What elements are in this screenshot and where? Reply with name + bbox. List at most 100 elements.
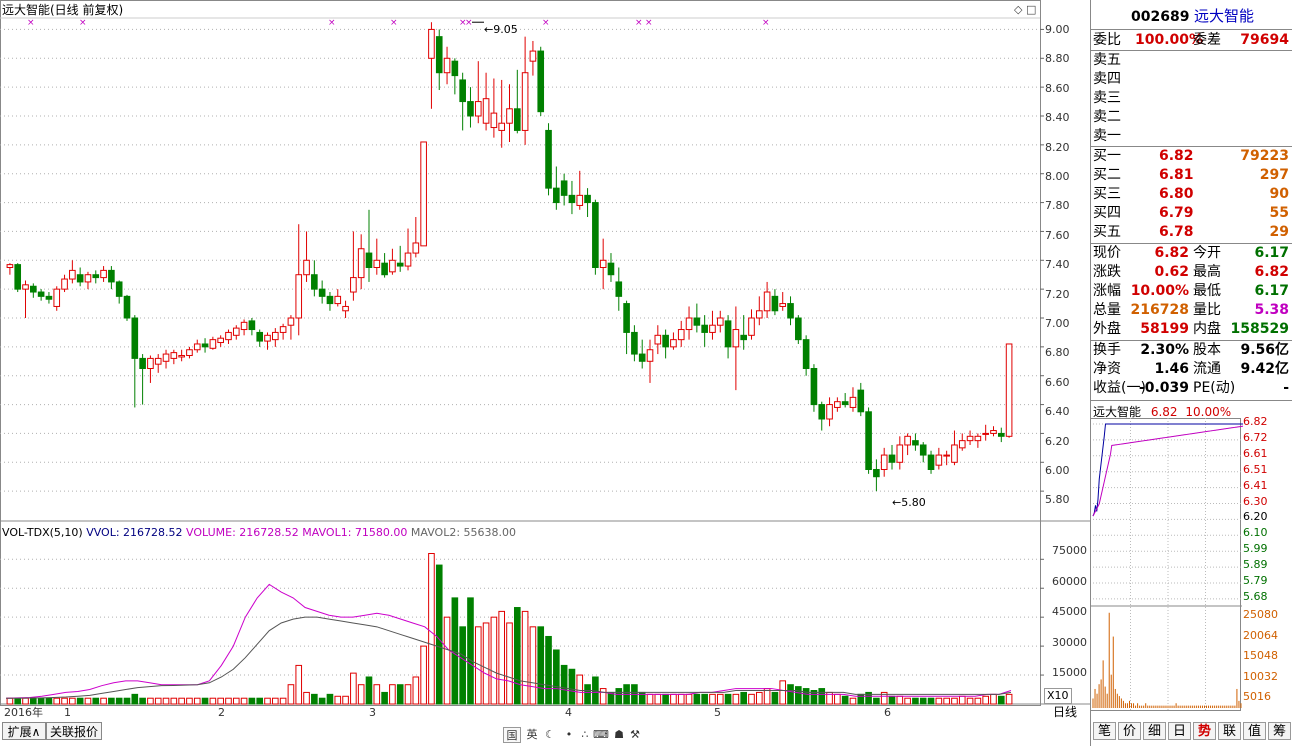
volume-bar — [615, 688, 623, 705]
event-marker[interactable]: × — [635, 18, 643, 28]
candle — [748, 309, 755, 340]
volume-bar — [279, 697, 287, 705]
month-1: 1 — [64, 706, 71, 719]
volume-bar — [186, 697, 193, 705]
volume-bar — [482, 622, 490, 705]
volume-bar — [357, 684, 365, 705]
month-2: 2 — [218, 706, 225, 719]
candle — [389, 248, 396, 275]
right-tab[interactable]: 值 — [1243, 722, 1266, 740]
mini-price-label: 6.72 — [1243, 430, 1268, 444]
buy-price: 6.78 — [1159, 224, 1194, 240]
kline-chart[interactable]: × × × × ×× × × × × — [0, 0, 1090, 706]
event-marker[interactable]: × — [79, 18, 87, 28]
candle — [412, 217, 420, 258]
right-tab[interactable]: 细 — [1143, 722, 1166, 740]
period-label[interactable]: 日线 — [1053, 705, 1077, 719]
event-marker[interactable]: × — [328, 18, 336, 28]
candle — [763, 281, 771, 318]
price-tick-label: 7.20 — [1045, 287, 1070, 301]
stock-code: 002689 — [1131, 9, 1190, 25]
volume-bar — [240, 697, 248, 705]
candle — [178, 349, 185, 362]
price-tick-label: 8.60 — [1045, 81, 1070, 95]
quote-label: 现价 — [1093, 245, 1121, 261]
moon-icon[interactable]: ☾ — [541, 727, 559, 743]
square-icon[interactable]: □ — [1026, 3, 1036, 17]
mini-price-label: 6.61 — [1243, 446, 1268, 460]
candle — [755, 296, 763, 326]
right-tab[interactable]: 联 — [1218, 722, 1241, 740]
stock-name: 远大智能 — [1193, 7, 1254, 25]
expand-tab[interactable]: 扩展∧ — [2, 722, 46, 740]
quote-value: 6.17 — [1254, 283, 1289, 299]
candle — [115, 280, 123, 304]
event-marker[interactable]: × — [762, 18, 770, 28]
right-tab[interactable]: 价 — [1118, 722, 1141, 740]
candle — [209, 336, 217, 350]
candle — [225, 329, 232, 344]
price-tick-label: 8.40 — [1045, 111, 1070, 125]
mini-name: 远大智能 — [1093, 405, 1142, 419]
candle — [529, 40, 537, 76]
right-tab[interactable]: 势 — [1193, 722, 1216, 740]
volume-bar — [748, 693, 755, 705]
candle — [498, 79, 506, 148]
wrench-icon[interactable]: ⚒ — [626, 727, 644, 743]
price-tick-label: 8.20 — [1045, 140, 1070, 154]
sell-label: 卖五 — [1093, 52, 1121, 68]
candle — [826, 397, 833, 427]
volume-bar — [162, 697, 170, 705]
candle — [927, 450, 935, 474]
quote-value: 0.62 — [1154, 264, 1189, 280]
diamond-icon[interactable]: ◇ — [1014, 3, 1022, 17]
mini-price-label: 6.10 — [1243, 526, 1268, 540]
quote-value: 6.17 — [1254, 245, 1289, 261]
buy-label: 买二 — [1093, 167, 1121, 183]
keyboard-icon[interactable]: ⌨ — [592, 727, 610, 743]
english-icon[interactable]: 英 — [523, 727, 541, 743]
candle — [880, 447, 888, 477]
event-marker[interactable]: × — [645, 18, 653, 28]
right-tab[interactable]: 日 — [1168, 722, 1191, 740]
month-3: 3 — [369, 706, 376, 719]
volume-bar — [123, 697, 131, 705]
china-icon[interactable]: 国 — [503, 727, 521, 743]
related-quote-tab[interactable]: 关联报价 — [46, 722, 102, 740]
event-marker[interactable]: × — [542, 18, 550, 28]
candle — [631, 325, 638, 362]
candle — [592, 199, 599, 275]
volume-bar — [69, 697, 76, 705]
candle — [990, 426, 997, 437]
candle — [795, 315, 802, 344]
candle — [982, 424, 989, 441]
volume-bar — [802, 688, 810, 705]
candle — [537, 46, 545, 116]
event-marker[interactable]: × — [465, 18, 473, 28]
candle — [357, 234, 365, 290]
quote-label: 涨幅 — [1093, 283, 1121, 299]
right-tab[interactable]: 笔 — [1093, 722, 1116, 740]
mavol1-value: MAVOL1: 71580.00 — [302, 526, 408, 539]
right-tab[interactable]: 筹 — [1268, 722, 1291, 740]
sell-label: 卖三 — [1093, 90, 1121, 106]
volume-bar — [677, 693, 685, 705]
volume-bar — [576, 674, 584, 705]
volume-bar — [92, 697, 100, 705]
candle — [279, 323, 287, 340]
volume-bar — [545, 635, 552, 705]
quote-value: 216728 — [1130, 302, 1189, 318]
candle — [818, 401, 826, 431]
candle — [459, 72, 466, 131]
candle — [693, 303, 701, 333]
volume-bar — [693, 693, 701, 705]
volume-bar — [849, 697, 857, 705]
candle — [810, 364, 818, 412]
event-marker[interactable]: × — [390, 18, 398, 28]
vol-scale-button[interactable]: X10 — [1044, 688, 1072, 704]
volume-bar — [318, 697, 326, 705]
candle — [287, 315, 295, 340]
volume-bar — [935, 697, 943, 705]
candle — [623, 300, 630, 355]
event-marker[interactable]: × — [27, 18, 35, 28]
